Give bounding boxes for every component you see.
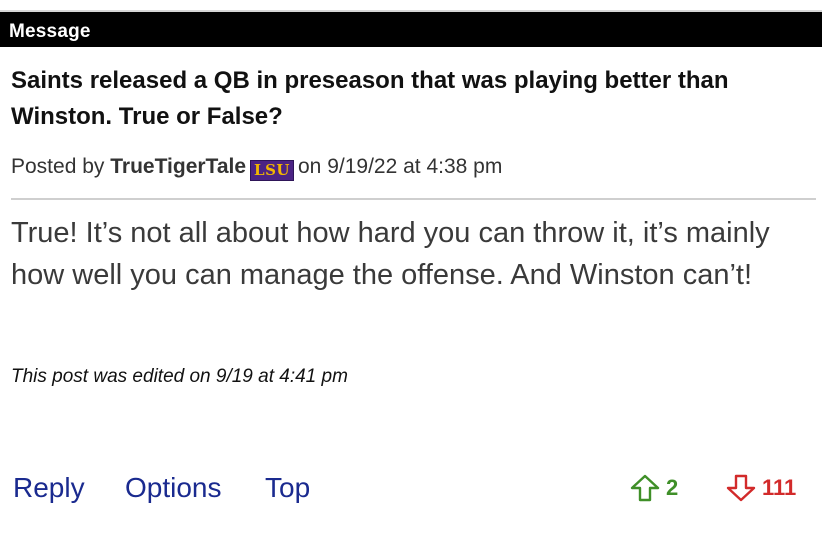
post-title: Saints released a QB in preseason that w… [11, 67, 729, 130]
arrow-up-icon [630, 474, 660, 502]
byline-middle: on [298, 155, 322, 178]
team-logo-icon: LSU [250, 160, 294, 181]
edited-note: This post was edited on 9/19 at 4:41 pm [11, 366, 348, 387]
message-header-label: Message [9, 21, 91, 42]
downvote-button[interactable]: 111 [726, 474, 796, 502]
downvote-count: 111 [762, 475, 797, 500]
reply-link[interactable]: Reply [13, 472, 85, 504]
post-timestamp: 9/19/22 at 4:38 pm [327, 155, 503, 178]
author-link[interactable]: TrueTigerTale [110, 155, 246, 178]
upvote-count: 2 [666, 475, 679, 500]
byline-prefix: Posted by [11, 155, 105, 178]
message-header-bar: Message [0, 12, 822, 47]
top-link[interactable]: Top [265, 472, 310, 504]
upvote-button[interactable]: 2 [630, 474, 678, 502]
arrow-down-icon [726, 474, 756, 502]
divider [11, 198, 816, 200]
options-link[interactable]: Options [125, 472, 222, 504]
post-body: True! It’s not all about how hard you ca… [11, 217, 770, 291]
post-byline: Posted by TrueTigerTale LSU on 9/19/22 at … [11, 155, 502, 181]
